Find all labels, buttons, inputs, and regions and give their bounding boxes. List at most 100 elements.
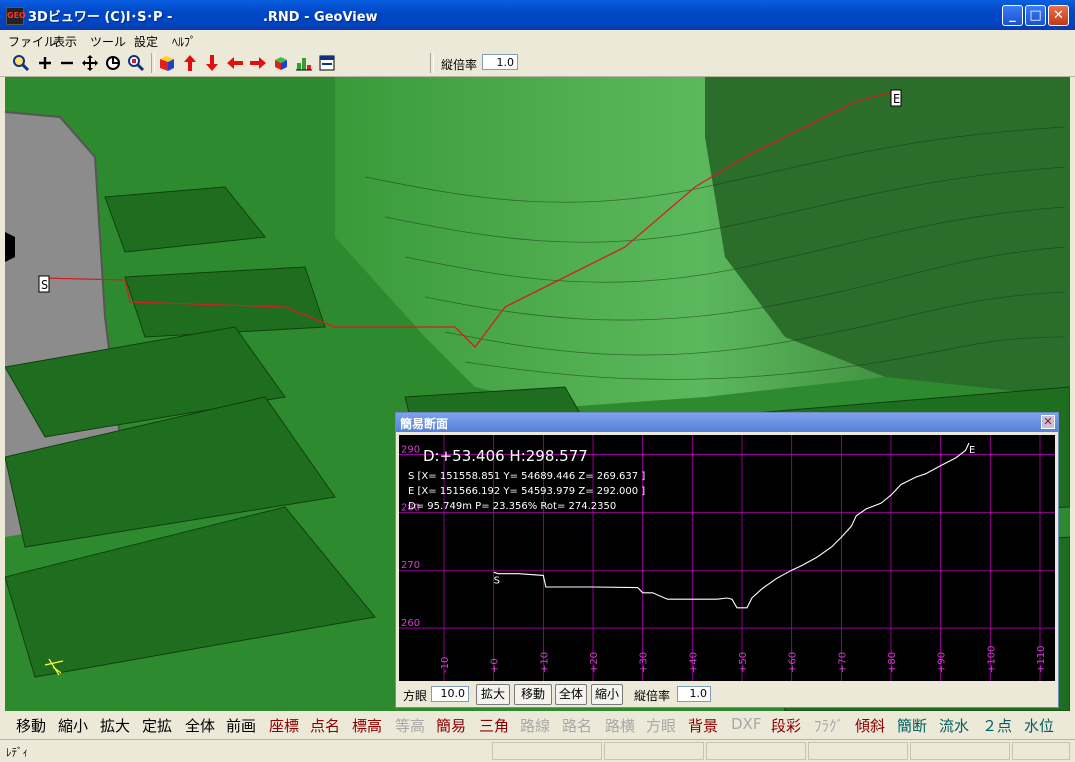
command-button[interactable]: 移動 [16, 715, 46, 736]
zoom-in-button[interactable]: 拡大 [476, 684, 510, 705]
rotate-icon[interactable] [104, 54, 122, 72]
x-tick-label: +90 [937, 652, 948, 673]
status-bar: ﾚﾃﾞｨ [0, 739, 1075, 762]
left-arrow-icon[interactable] [226, 54, 244, 72]
distance-info: D= 95.749m P= 23.356% Rot= 274.2350 [408, 501, 616, 512]
minimize-button[interactable]: _ [1002, 5, 1023, 26]
command-button[interactable]: ﾌﾗｸﾞ [814, 715, 844, 736]
command-button[interactable]: 縮小 [58, 715, 88, 736]
x-tick-label: -10 [440, 657, 451, 673]
command-button[interactable]: 全体 [185, 715, 215, 736]
command-button[interactable]: 背景 [688, 715, 718, 736]
minimize-icon: _ [1009, 8, 1016, 23]
profile-header: D:+53.406 H:298.577 [423, 447, 588, 465]
x-tick-label: +60 [788, 652, 799, 673]
cube-icon[interactable] [158, 54, 176, 72]
x-tick-label: +80 [887, 652, 898, 673]
command-button[interactable]: 簡断 [897, 715, 927, 736]
zoom-out-icon[interactable] [58, 54, 76, 72]
y-tick-label: 290 [401, 445, 420, 456]
y-tick-label: 270 [401, 560, 420, 571]
end-marker: E [893, 92, 900, 106]
command-button[interactable]: 傾斜 [855, 715, 885, 736]
dialog-ratio-input[interactable]: 1.0 [677, 686, 711, 702]
down-arrow-icon[interactable] [203, 54, 221, 72]
x-tick-label: +100 [986, 646, 997, 673]
command-button[interactable]: 三角 [479, 715, 509, 736]
end-coordinates: E [X= 151566.192 Y= 54593.979 Z= 292.000… [408, 486, 645, 497]
grid-label: 方眼 [403, 689, 428, 703]
menu-help[interactable]: ﾍﾙﾌﾟ [172, 33, 196, 50]
maximize-icon: □ [1029, 8, 1042, 23]
fit-all-button[interactable]: 全体 [555, 684, 587, 705]
window-title: 3Dビュワー (C)I･S･P - .RND - GeoView [28, 10, 378, 25]
grid-input[interactable]: 10.0 [431, 686, 469, 702]
menu-settings[interactable]: 設定 [134, 33, 158, 50]
menu-file[interactable]: ファイル [8, 33, 56, 50]
command-bar: 移動 縮小 拡大 定拡 全体 前画 座標 点名 標高 等高 簡易 三角 路線 路名 路横 方眼 背景 DXF 段彩 ﾌ… [5, 712, 1070, 738]
command-button[interactable]: 定拡 [142, 715, 172, 736]
up-arrow-icon[interactable] [181, 54, 199, 72]
title-bar: GEO 3Dビュワー (C)I･S･P - .RND - GeoView _ □… [0, 0, 1075, 30]
menu-view[interactable]: 表示 [53, 33, 77, 50]
command-button[interactable]: 水位 [1024, 715, 1054, 736]
close-button[interactable]: ✕ [1048, 5, 1069, 26]
command-button[interactable]: 路線 [520, 715, 550, 736]
close-icon: ✕ [1053, 8, 1064, 23]
maximize-button[interactable]: □ [1025, 5, 1046, 26]
command-button[interactable]: 前画 [226, 715, 256, 736]
command-button[interactable]: 標高 [352, 715, 382, 736]
x-tick-label: +70 [837, 652, 848, 673]
command-button[interactable]: 流水 [939, 715, 969, 736]
toolbar: 縦倍率 1.0 [0, 50, 1075, 77]
command-button[interactable]: 等高 [395, 715, 425, 736]
command-button[interactable]: 段彩 [771, 715, 801, 736]
app-icon: GEO [6, 7, 26, 25]
command-button[interactable]: 拡大 [100, 715, 130, 736]
move-button[interactable]: 移動 [514, 684, 552, 705]
profile-start-label: S [494, 575, 500, 586]
bar-chart-icon[interactable] [295, 54, 313, 72]
command-button[interactable]: 座標 [269, 715, 299, 736]
window-icon[interactable] [318, 54, 336, 72]
profile-end-label: E [969, 445, 975, 456]
command-button[interactable]: 点名 [310, 715, 340, 736]
status-panel [808, 742, 908, 760]
zoom-icon[interactable] [12, 54, 30, 72]
x-tick-label: +20 [589, 652, 600, 673]
profile-plot[interactable]: 260 270 280 290 -10 +0 +10 +20 +30 +40 +50 +60 +70 +… [399, 435, 1055, 681]
vertical-ratio-label: 縦倍率 [441, 58, 478, 72]
status-panel [910, 742, 1010, 760]
x-tick-label: +50 [738, 652, 749, 673]
x-tick-label: +0 [490, 658, 501, 673]
status-text: ﾚﾃﾞｨ [6, 746, 28, 759]
profile-series-line [493, 442, 970, 609]
command-button[interactable]: 簡易 [436, 715, 466, 736]
zoom-out-button[interactable]: 縮小 [591, 684, 623, 705]
status-panel [492, 742, 602, 760]
menu-tools[interactable]: ツール [90, 33, 126, 50]
x-tick-label: +10 [539, 652, 550, 673]
zoom-window-icon[interactable] [127, 54, 145, 72]
dialog-close-button[interactable]: ✕ [1041, 415, 1055, 429]
pan-icon[interactable] [81, 54, 99, 72]
menu-bar: ファイル 表示 ツール 設定 ﾍﾙﾌﾟ [0, 30, 1075, 50]
toolbar-separator [430, 53, 434, 73]
dialog-title: 簡易断面 [400, 417, 449, 431]
dialog-ratio-label: 縦倍率 [634, 689, 671, 703]
x-tick-label: +30 [639, 652, 650, 673]
dialog-title-bar: 簡易断面 ✕ [396, 413, 1058, 432]
command-button[interactable]: 路横 [605, 715, 635, 736]
command-button[interactable]: 方眼 [646, 715, 676, 736]
profile-dialog: 簡易断面 ✕ 260 270 280 290 -10 +0 +10 +20 +30 +40 +50… [395, 412, 1059, 708]
right-arrow-icon[interactable] [249, 54, 267, 72]
command-button[interactable]: DXF [731, 715, 761, 733]
vertical-ratio-input[interactable]: 1.0 [482, 54, 518, 70]
zoom-in-icon[interactable] [36, 54, 54, 72]
command-button[interactable]: ２点 [982, 715, 1012, 736]
solid-icon[interactable] [272, 54, 290, 72]
x-tick-label: +40 [688, 652, 699, 673]
start-coordinates: S [X= 151558.851 Y= 54689.446 Z= 269.637… [408, 471, 645, 482]
status-panel [706, 742, 806, 760]
command-button[interactable]: 路名 [562, 715, 592, 736]
